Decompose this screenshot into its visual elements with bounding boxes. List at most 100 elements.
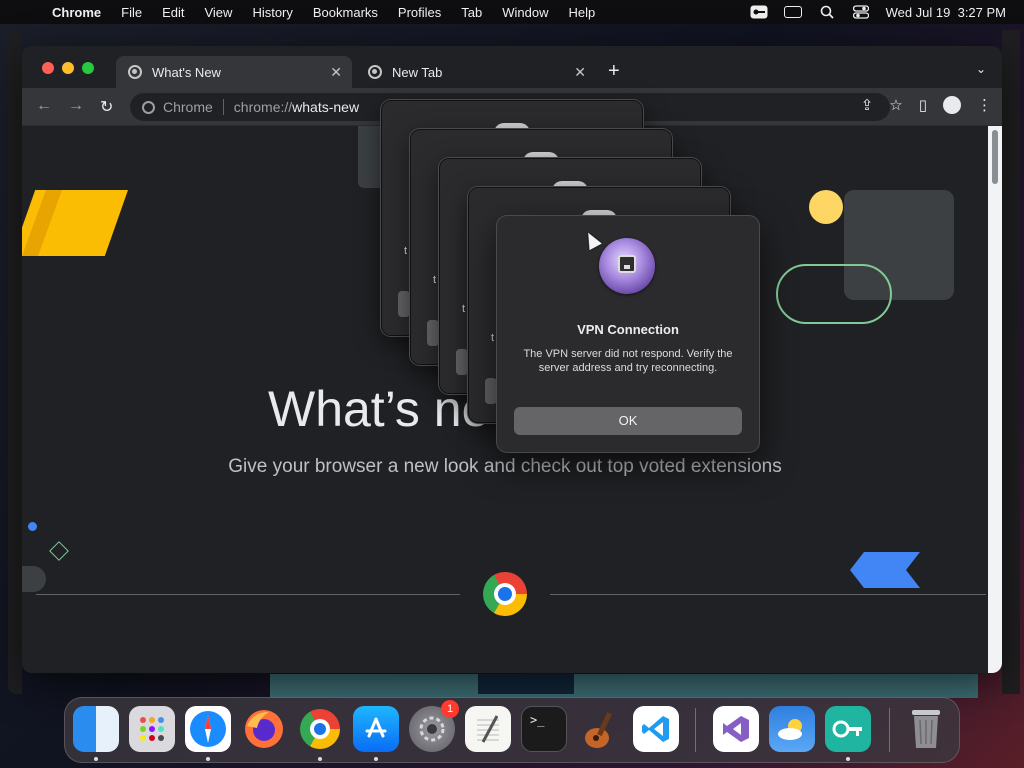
minimize-window-button[interactable]	[62, 62, 74, 74]
weather-icon[interactable]	[769, 706, 815, 752]
url-scheme: chrome://	[233, 99, 293, 115]
menu-help[interactable]: Help	[569, 5, 596, 20]
background-window-strip-dark	[478, 674, 574, 694]
menu-edit[interactable]: Edit	[162, 5, 184, 20]
dock: 1 >_	[64, 697, 960, 763]
menu-history[interactable]: History	[252, 5, 292, 20]
ok-button[interactable]: OK	[514, 407, 742, 435]
dock-separator	[695, 708, 696, 752]
tab-search-chevron-icon[interactable]: ⌄	[976, 62, 986, 76]
control-center-icon[interactable]	[852, 5, 870, 19]
menu-bar: Chrome File Edit View History Bookmarks …	[0, 0, 1024, 24]
decorative-yellow-dot	[809, 190, 843, 224]
finder-icon[interactable]	[73, 706, 119, 752]
new-tab-button[interactable]: +	[608, 60, 620, 83]
menu-tab[interactable]: Tab	[461, 5, 482, 20]
dock-separator	[889, 708, 890, 752]
omnibox-divider	[222, 99, 224, 115]
ghost-button	[398, 291, 410, 317]
visual-studio-icon[interactable]	[713, 706, 759, 752]
terminal-icon[interactable]: >_	[521, 706, 567, 752]
menu-view[interactable]: View	[204, 5, 232, 20]
page-scrollbar[interactable]	[988, 126, 1002, 673]
decorative-diamond	[49, 541, 69, 561]
app-store-icon[interactable]	[353, 706, 399, 752]
menu-bookmarks[interactable]: Bookmarks	[313, 5, 378, 20]
screen-mirroring-icon[interactable]	[783, 5, 802, 19]
decorative-blue-arrow	[850, 552, 920, 588]
menu-window[interactable]: Window	[502, 5, 548, 20]
tab-new-tab[interactable]: New Tab ✕	[356, 56, 596, 88]
more-menu-icon[interactable]: ⋮	[977, 96, 992, 114]
ghost-text: t	[491, 332, 495, 344]
side-panel-icon[interactable]: ▯	[919, 96, 927, 114]
forward-arrow-icon[interactable]: →	[68, 97, 84, 115]
tab-title: New Tab	[392, 64, 443, 80]
menu-clock[interactable]: Wed Jul 19 3:27 PM	[886, 5, 1006, 20]
chrome-logo-icon	[483, 572, 527, 616]
close-tab-icon[interactable]: ✕	[330, 64, 342, 81]
dialog-title: VPN Connection	[577, 322, 679, 337]
reload-icon[interactable]: ↻	[100, 97, 113, 117]
tab-whats-new[interactable]: What's New ✕	[116, 56, 352, 88]
trash-icon[interactable]	[903, 706, 949, 752]
scrollbar-thumb[interactable]	[992, 130, 998, 184]
vpn-client-icon[interactable]	[825, 706, 871, 752]
divider-left	[36, 594, 460, 595]
chrome-favicon-icon	[128, 65, 142, 79]
firefox-icon[interactable]	[241, 706, 287, 752]
running-indicator	[206, 757, 210, 761]
dialog-message: The VPN server did not respond. Verify t…	[523, 348, 733, 374]
close-tab-icon[interactable]: ✕	[574, 64, 586, 81]
profile-avatar-icon[interactable]	[943, 96, 961, 114]
running-indicator	[374, 757, 378, 761]
bookmark-star-icon[interactable]: ☆	[889, 96, 902, 114]
url-path: whats-new	[292, 99, 360, 115]
tab-strip: What's New ✕ New Tab ✕ + ⌄	[22, 46, 1002, 88]
textedit-icon[interactable]	[465, 706, 511, 752]
background-window-strip	[270, 674, 978, 698]
ghost-button	[485, 378, 497, 404]
ghost-button	[427, 320, 439, 346]
back-arrow-icon[interactable]: ←	[36, 97, 52, 115]
chrome-icon[interactable]	[297, 706, 343, 752]
ghost-button	[456, 349, 468, 375]
network-vpn-icon	[599, 238, 655, 294]
close-window-button[interactable]	[42, 62, 54, 74]
chrome-favicon-icon	[368, 65, 382, 79]
menu-app-name[interactable]: Chrome	[52, 5, 101, 20]
garageband-icon[interactable]	[577, 706, 623, 752]
chrome-site-icon	[142, 100, 155, 114]
decorative-blue-dot	[28, 522, 37, 531]
ghost-text: t	[404, 245, 408, 257]
vpn-key-icon[interactable]	[750, 5, 768, 19]
vscode-icon[interactable]	[633, 706, 679, 752]
divider-right	[550, 594, 986, 595]
background-window-edge	[8, 30, 22, 694]
background-window-edge-right	[1002, 30, 1020, 694]
toolbar-actions: ⇪ ☆ ▯ ⋮	[861, 96, 992, 114]
vpn-connection-dialog: VPN Connection The VPN server did not re…	[497, 216, 759, 452]
ethernet-plug-icon	[618, 255, 636, 273]
running-indicator	[94, 757, 98, 761]
ghost-text: t	[433, 274, 437, 286]
decorative-green-pill	[776, 264, 892, 324]
site-label: Chrome	[163, 99, 213, 115]
safari-icon[interactable]	[185, 706, 231, 752]
launchpad-icon[interactable]	[129, 706, 175, 752]
search-icon[interactable]	[818, 5, 836, 19]
menu-profiles[interactable]: Profiles	[398, 5, 441, 20]
page-subtitle: Give your browser a new look and check o…	[228, 456, 782, 477]
window-controls	[42, 62, 94, 74]
notification-badge: 1	[441, 700, 459, 718]
share-icon[interactable]: ⇪	[861, 96, 874, 114]
tab-title: What's New	[152, 64, 221, 80]
system-settings-icon[interactable]: 1	[409, 700, 459, 752]
url-text[interactable]: chrome://whats-new	[234, 99, 359, 115]
running-indicator	[318, 757, 322, 761]
ghost-text: t	[462, 303, 466, 315]
zoom-window-button[interactable]	[82, 62, 94, 74]
running-indicator	[846, 757, 850, 761]
decorative-gray-pill	[22, 566, 46, 592]
menu-file[interactable]: File	[121, 5, 142, 20]
